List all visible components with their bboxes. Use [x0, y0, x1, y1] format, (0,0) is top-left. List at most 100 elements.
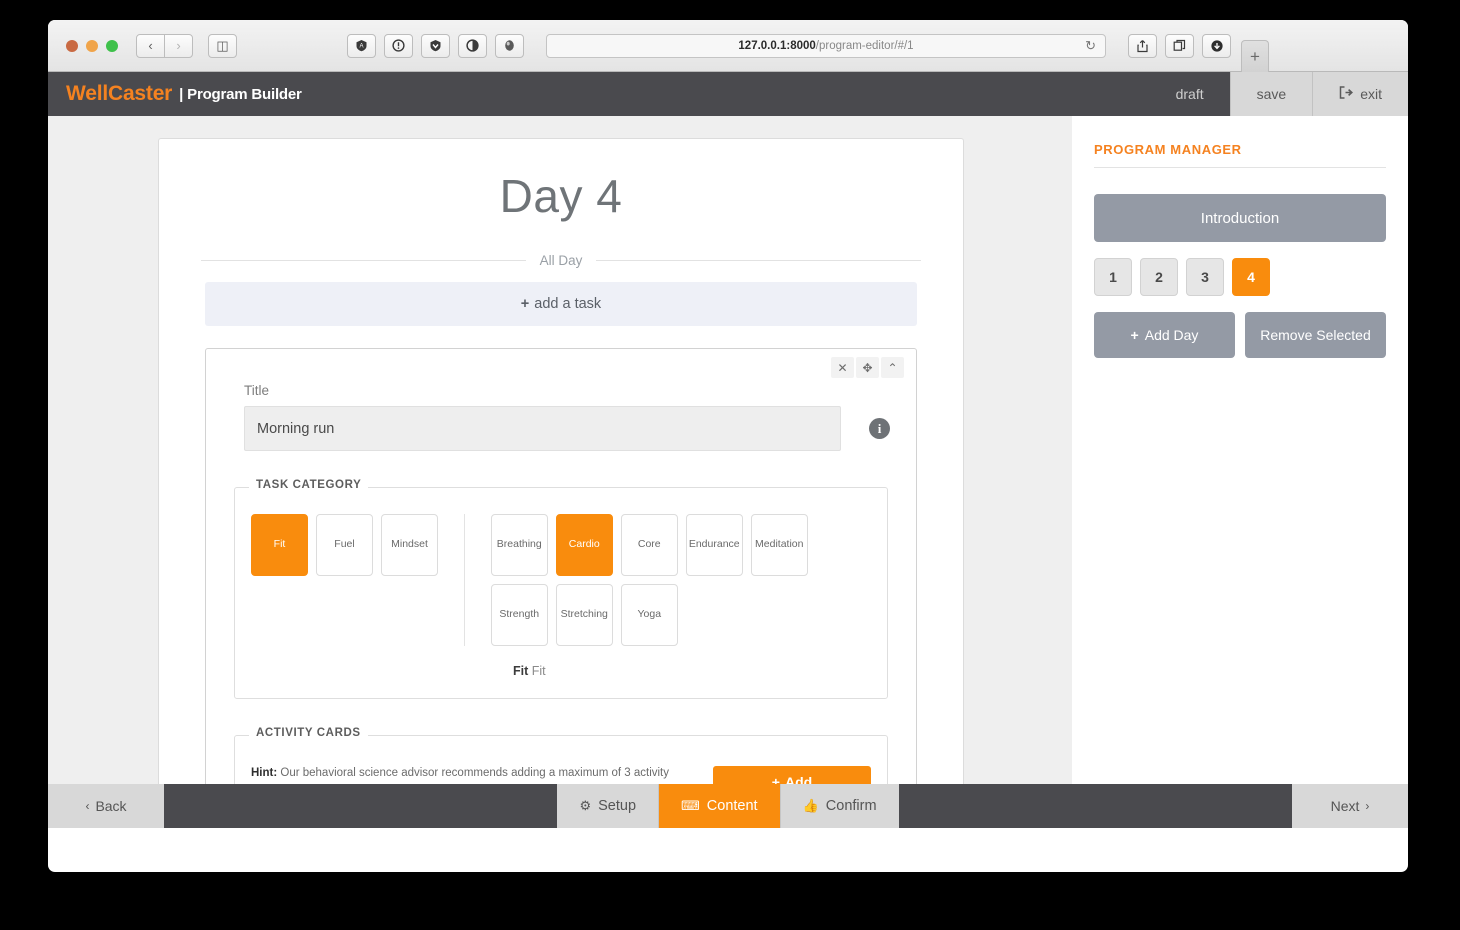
browser-toolbar: ‹ › ◫ A 127.0.0.1:8000/program-editor/#/…	[48, 20, 1408, 72]
collapse-icon[interactable]: ⌃	[881, 357, 904, 378]
tab-setup[interactable]: ⚙ Setup	[557, 784, 660, 828]
day-selector: 1 2 3 4	[1094, 258, 1386, 296]
new-tab-button[interactable]: +	[1241, 40, 1269, 72]
day-button-4[interactable]: 4	[1232, 258, 1270, 296]
exit-label: exit	[1360, 86, 1382, 102]
save-button[interactable]: save	[1229, 72, 1313, 116]
tab-setup-label: Setup	[598, 798, 637, 814]
footer-spacer-right	[899, 784, 1292, 828]
category-summary: Fit Fit	[513, 664, 871, 678]
tabs-overview-icon[interactable]	[1165, 33, 1194, 58]
all-day-divider: All Day	[201, 253, 921, 268]
sidebar-toggle-icon[interactable]: ◫	[208, 33, 237, 58]
header-spacer	[302, 72, 1150, 116]
reload-icon[interactable]: ↻	[1085, 38, 1096, 54]
download-icon[interactable]	[1202, 33, 1231, 58]
category-selector: Fit Fuel Mindset Breathing Cardio Core E…	[251, 488, 871, 646]
day-button-2[interactable]: 2	[1140, 258, 1178, 296]
task-card: ✕ ✥ ⌃ Title Morning run i TASK CATEGORY	[205, 348, 917, 828]
extension-icon-4[interactable]	[458, 33, 487, 58]
brand-subtitle: | Program Builder	[179, 85, 302, 103]
task-card-controls: ✕ ✥ ⌃	[831, 357, 904, 378]
category-tile-mindset[interactable]: Mindset	[381, 514, 438, 576]
category-tile-stretching[interactable]: Stretching	[555, 584, 613, 646]
url-text: 127.0.0.1:8000/program-editor/#/1	[738, 39, 914, 52]
app-header: WellCaster | Program Builder draft save …	[48, 72, 1408, 116]
back-label: Back	[95, 798, 127, 814]
gear-icon: ⚙	[579, 798, 592, 813]
add-day-button[interactable]: + Add Day	[1094, 312, 1235, 358]
add-task-button[interactable]: + add a task	[205, 282, 917, 326]
back-icon[interactable]: ‹	[136, 33, 165, 58]
task-category-legend: TASK CATEGORY	[249, 479, 369, 491]
category-tile-cardio[interactable]: Cardio	[555, 514, 613, 576]
exit-icon	[1339, 86, 1354, 102]
app-footer: ‹ Back ⚙ Setup ⌨ Content 👍 Confirm Next …	[48, 784, 1408, 828]
tab-content[interactable]: ⌨ Content	[659, 784, 781, 828]
add-day-label: Add Day	[1144, 327, 1199, 343]
remove-selected-button[interactable]: Remove Selected	[1245, 312, 1386, 358]
thumbs-up-icon: 👍	[802, 798, 819, 813]
close-icon[interactable]: ✕	[831, 357, 854, 378]
category-divider	[464, 514, 465, 646]
all-day-label: All Day	[539, 253, 583, 268]
category-tile-fit[interactable]: Fit	[251, 514, 308, 576]
category-tile-breathing[interactable]: Breathing	[490, 514, 548, 576]
maximize-window-button[interactable]	[106, 39, 118, 52]
main-content-column: Day 4 All Day + add a task ✕ ✥ ⌃ Title M…	[48, 116, 1072, 828]
chevron-right-icon: ›	[1365, 799, 1370, 813]
tab-content-label: Content	[706, 798, 758, 814]
brand-name: WellCaster	[66, 82, 173, 105]
category-tile-endurance[interactable]: Endurance	[685, 514, 743, 576]
title-field-row: Morning run i	[220, 406, 902, 451]
info-icon[interactable]: i	[869, 418, 890, 439]
title-input[interactable]: Morning run	[244, 406, 841, 451]
day-button-3[interactable]: 3	[1186, 258, 1224, 296]
next-button[interactable]: Next ›	[1292, 784, 1408, 828]
svg-text:A: A	[359, 43, 363, 49]
category-summary-rest: Fit	[531, 664, 546, 678]
share-icon[interactable]	[1128, 33, 1157, 58]
tab-confirm-label: Confirm	[825, 798, 877, 814]
category-tile-strength[interactable]: Strength	[490, 584, 548, 646]
activity-cards-legend: ACTIVITY CARDS	[249, 727, 368, 739]
minimize-window-button[interactable]	[86, 39, 98, 52]
extension-icon-1[interactable]: A	[347, 33, 376, 58]
extension-icon-2[interactable]	[384, 33, 413, 58]
hint-label: Hint:	[251, 767, 278, 779]
footer-spacer-left	[164, 784, 557, 828]
back-button[interactable]: ‹ Back	[48, 784, 164, 828]
introduction-button[interactable]: Introduction	[1094, 194, 1386, 242]
extension-icon-5[interactable]	[495, 33, 524, 58]
window-controls	[66, 39, 118, 52]
app-body: Day 4 All Day + add a task ✕ ✥ ⌃ Title M…	[48, 116, 1408, 828]
toolbar-right-icons	[1128, 33, 1231, 58]
task-category-section: TASK CATEGORY Fit Fuel Mindset Breathing…	[234, 479, 888, 699]
forward-icon[interactable]: ›	[164, 33, 193, 58]
category-tile-core[interactable]: Core	[620, 514, 678, 576]
tab-confirm[interactable]: 👍 Confirm	[780, 784, 899, 828]
category-tile-meditation[interactable]: Meditation	[750, 514, 808, 576]
app-brand: WellCaster | Program Builder	[48, 72, 302, 116]
page-title: Day 4	[499, 170, 623, 222]
address-bar[interactable]: 127.0.0.1:8000/program-editor/#/1 ↻	[546, 33, 1106, 58]
move-icon[interactable]: ✥	[856, 357, 879, 378]
plus-icon: +	[1130, 327, 1139, 343]
category-tile-fuel[interactable]: Fuel	[316, 514, 373, 576]
panel-actions: + Add Day Remove Selected	[1094, 312, 1386, 358]
plus-icon: +	[520, 296, 530, 312]
add-task-label: add a task	[534, 296, 602, 312]
category-summary-bold: Fit	[513, 664, 529, 678]
keyboard-icon: ⌨	[681, 798, 700, 813]
close-window-button[interactable]	[66, 39, 78, 52]
next-label: Next	[1330, 798, 1360, 814]
program-manager-panel: PROGRAM MANAGER Introduction 1 2 3 4 + A…	[1072, 116, 1408, 828]
day-button-1[interactable]: 1	[1094, 258, 1132, 296]
title-field-label: Title	[244, 383, 270, 398]
draft-status: draft	[1175, 86, 1204, 102]
exit-button[interactable]: exit	[1312, 72, 1408, 116]
navigation-buttons: ‹ ›	[136, 33, 193, 58]
extension-icon-3[interactable]	[421, 33, 450, 58]
category-tile-yoga[interactable]: Yoga	[620, 584, 678, 646]
primary-category-group: Fit Fuel Mindset	[251, 514, 438, 646]
